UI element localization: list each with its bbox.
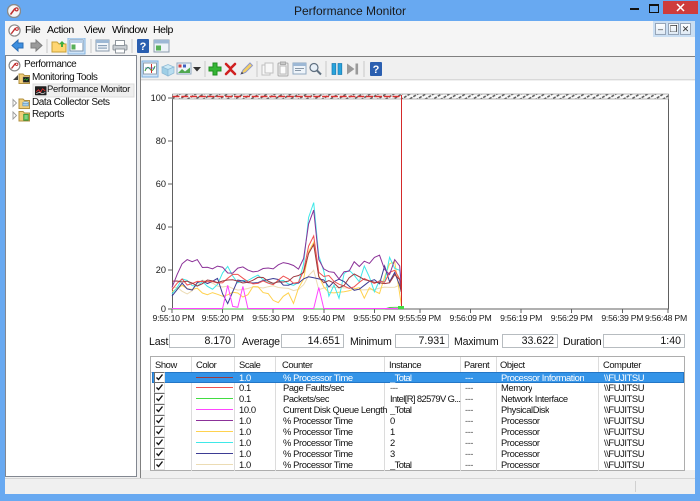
svg-text:9:56:09 PM: 9:56:09 PM: [450, 313, 492, 323]
svg-text:9:56:48 PM: 9:56:48 PM: [645, 313, 687, 323]
svg-text:?: ?: [373, 64, 380, 76]
svg-text:9:55:40 PM: 9:55:40 PM: [303, 313, 345, 323]
svg-text:9:55:59 PM: 9:55:59 PM: [399, 313, 441, 323]
svg-text:9:56:19 PM: 9:56:19 PM: [500, 313, 542, 323]
svg-text:9:55:20 PM: 9:55:20 PM: [202, 313, 244, 323]
svg-text:100: 100: [151, 93, 166, 103]
svg-text:?: ?: [140, 41, 147, 53]
svg-text:20: 20: [156, 265, 166, 275]
svg-text:9:55:10 PM: 9:55:10 PM: [153, 313, 195, 323]
svg-text:9:56:29 PM: 9:56:29 PM: [551, 313, 593, 323]
svg-text:80: 80: [156, 136, 166, 146]
svg-text:9:55:50 PM: 9:55:50 PM: [353, 313, 395, 323]
svg-text:60: 60: [156, 179, 166, 189]
svg-text:9:56:39 PM: 9:56:39 PM: [601, 313, 643, 323]
svg-text:40: 40: [156, 222, 166, 232]
svg-text:9:55:30 PM: 9:55:30 PM: [252, 313, 294, 323]
